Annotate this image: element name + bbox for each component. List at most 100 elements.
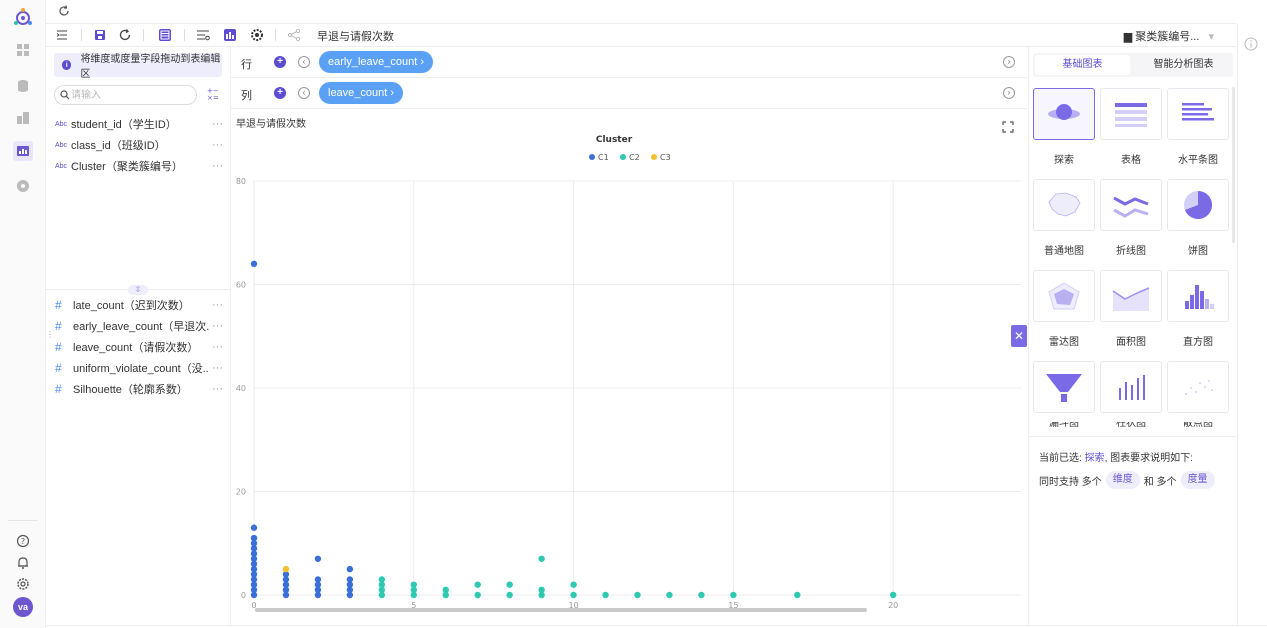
chart-type-label: 柱状图 [1116, 422, 1146, 429]
chart-type-label: 水平条图 [1178, 155, 1218, 166]
chart-type-column[interactable] [1100, 361, 1162, 413]
chart-name[interactable]: 早退与请假次数 [317, 28, 394, 44]
chart-type-table[interactable] [1100, 88, 1162, 140]
horizontal-scrollbar[interactable] [255, 608, 867, 612]
dataset-label: 聚类簇编号... [1135, 31, 1200, 43]
more-icon[interactable]: ··· [209, 383, 223, 395]
chart-view-icon[interactable] [222, 27, 238, 43]
field-late-count[interactable]: # late_count（迟到次数） ··· [55, 297, 223, 313]
more-icon[interactable]: ··· [209, 341, 223, 353]
chevron-right-icon[interactable]: › [1003, 87, 1015, 99]
chart-type-label: 面积图 [1116, 337, 1146, 348]
scatter-point-c2 [442, 591, 449, 599]
sync-icon[interactable] [117, 27, 133, 43]
left-nav: ? va [0, 0, 46, 628]
logo-icon[interactable] [12, 6, 34, 28]
selection-description: 当前已选: 探索, 图表要求说明如下: [1039, 449, 1193, 464]
add-row-field-button[interactable]: + [274, 56, 286, 68]
field-class-id[interactable]: Abc class_id（班级ID） ··· [55, 137, 223, 153]
chevron-left-icon[interactable]: ‹ [298, 87, 310, 99]
requirements-description: 同时支持 多个 维度 和 多个 度量 [1039, 471, 1219, 489]
more-icon[interactable]: ··· [209, 299, 223, 311]
info-icon[interactable] [1244, 37, 1258, 51]
field-silhouette[interactable]: # Silhouette（轮廓系数） ··· [55, 381, 223, 397]
more-icon[interactable]: ··· [209, 139, 223, 151]
fields-panel: i 将维度或度量字段拖动到表编辑区 +−×= Abc student_id（学生… [46, 47, 230, 625]
hbar-icon [1182, 103, 1214, 121]
field-early-leave-count[interactable]: # early_leave_count（早退次... ··· [55, 318, 223, 334]
chart-type-scatter[interactable] [1167, 361, 1229, 413]
more-icon[interactable]: ··· [209, 160, 223, 172]
column-field-pill[interactable]: leave_count › [319, 82, 404, 104]
scatter-point-c1 [250, 591, 258, 599]
chart-type-label: 折线图 [1116, 246, 1146, 257]
legend-marker [620, 154, 626, 160]
toolbar-separator [81, 29, 82, 41]
chevron-down-icon: ▾ [1208, 31, 1214, 43]
resize-handle-icon[interactable]: ⇳ [128, 285, 148, 295]
chart-type-radar[interactable] [1033, 270, 1095, 322]
chart-type-funnel[interactable] [1033, 361, 1095, 413]
close-panel-button[interactable]: ✕ [1011, 325, 1027, 347]
chart-type-line[interactable] [1100, 179, 1162, 231]
drag-hint: i 将维度或度量字段拖动到表编辑区 [54, 53, 222, 80]
field-label: uniform_violate_count（没... [73, 363, 209, 375]
chart-type-panel: 基础图表 智能分析图表 探索 表格 水平条图 普通地图 折线图 饼图 雷达图 面… [1029, 47, 1236, 625]
field-student-id[interactable]: Abc student_id（学生ID） ··· [55, 116, 223, 132]
number-type-icon: # [55, 382, 62, 396]
scatter-point-c2 [378, 591, 386, 599]
search-icon [60, 90, 70, 100]
grid-icon[interactable] [15, 42, 31, 58]
chart-type-explore[interactable] [1033, 88, 1095, 140]
filter-list-icon[interactable] [195, 27, 211, 43]
text-type-icon: Abc [55, 162, 68, 170]
field-cluster[interactable]: Abc Cluster（聚类簇编号） ··· [55, 158, 223, 174]
save-icon[interactable] [92, 27, 108, 43]
histogram-icon [1185, 285, 1214, 309]
help-icon[interactable]: ? [15, 533, 31, 549]
table-view-icon[interactable] [157, 27, 173, 43]
table-icon [1115, 103, 1147, 127]
more-icon[interactable]: ··· [209, 320, 223, 332]
cube-icon[interactable] [15, 110, 31, 126]
avatar[interactable]: va [13, 597, 33, 617]
field-leave-count[interactable]: # leave_count（请假次数） ··· [55, 339, 223, 355]
add-column-field-button[interactable]: + [274, 87, 286, 99]
share-icon[interactable] [286, 27, 302, 43]
sort-fields-icon[interactable]: +−×= [206, 87, 220, 101]
dataset-selector[interactable]: ▆ 聚类簇编号... ▾ [1124, 28, 1214, 44]
scrollbar[interactable] [1232, 87, 1235, 243]
more-icon[interactable]: ··· [209, 118, 223, 130]
scatter-point-c2 [538, 591, 545, 599]
database-icon[interactable] [15, 78, 31, 94]
toolbar-separator [275, 29, 276, 41]
chart-type-pie[interactable] [1167, 179, 1229, 231]
bell-icon[interactable] [15, 555, 31, 571]
area-chart-icon [1112, 287, 1150, 311]
chart-type-label: 直方图 [1183, 337, 1213, 348]
gear-icon[interactable] [249, 27, 265, 43]
search-input[interactable] [54, 85, 197, 105]
collapse-menu-icon[interactable] [54, 27, 70, 43]
tab-basic-charts[interactable]: 基础图表 [1035, 55, 1130, 75]
row-field-pill[interactable]: early_leave_count › [319, 51, 434, 73]
tab-smart-charts[interactable]: 智能分析图表 [1136, 55, 1231, 75]
panel-split-line [1029, 436, 1236, 437]
chart-type-histogram[interactable] [1167, 270, 1229, 322]
field-label: early_leave_count（早退次... [73, 321, 209, 333]
chevron-left-icon[interactable]: ‹ [298, 56, 310, 68]
chart-type-hbar[interactable] [1167, 88, 1229, 140]
chart-type-area[interactable] [1100, 270, 1162, 322]
chart-icon[interactable] [13, 141, 33, 161]
dashboard-icon[interactable] [15, 178, 31, 194]
scatter-point-c1 [314, 591, 322, 599]
field-uniform-violate-count[interactable]: # uniform_violate_count（没... ··· [55, 360, 223, 376]
number-type-icon: # [55, 298, 62, 312]
refresh-icon[interactable] [57, 4, 71, 18]
chart-type-map[interactable] [1033, 179, 1095, 231]
settings-icon[interactable] [15, 576, 31, 592]
y-tick-label: 60 [236, 281, 246, 290]
chevron-right-icon[interactable]: › [1003, 56, 1015, 68]
more-icon[interactable]: ··· [209, 362, 223, 374]
collapse-panel-handle[interactable]: ⋮ [46, 330, 54, 342]
